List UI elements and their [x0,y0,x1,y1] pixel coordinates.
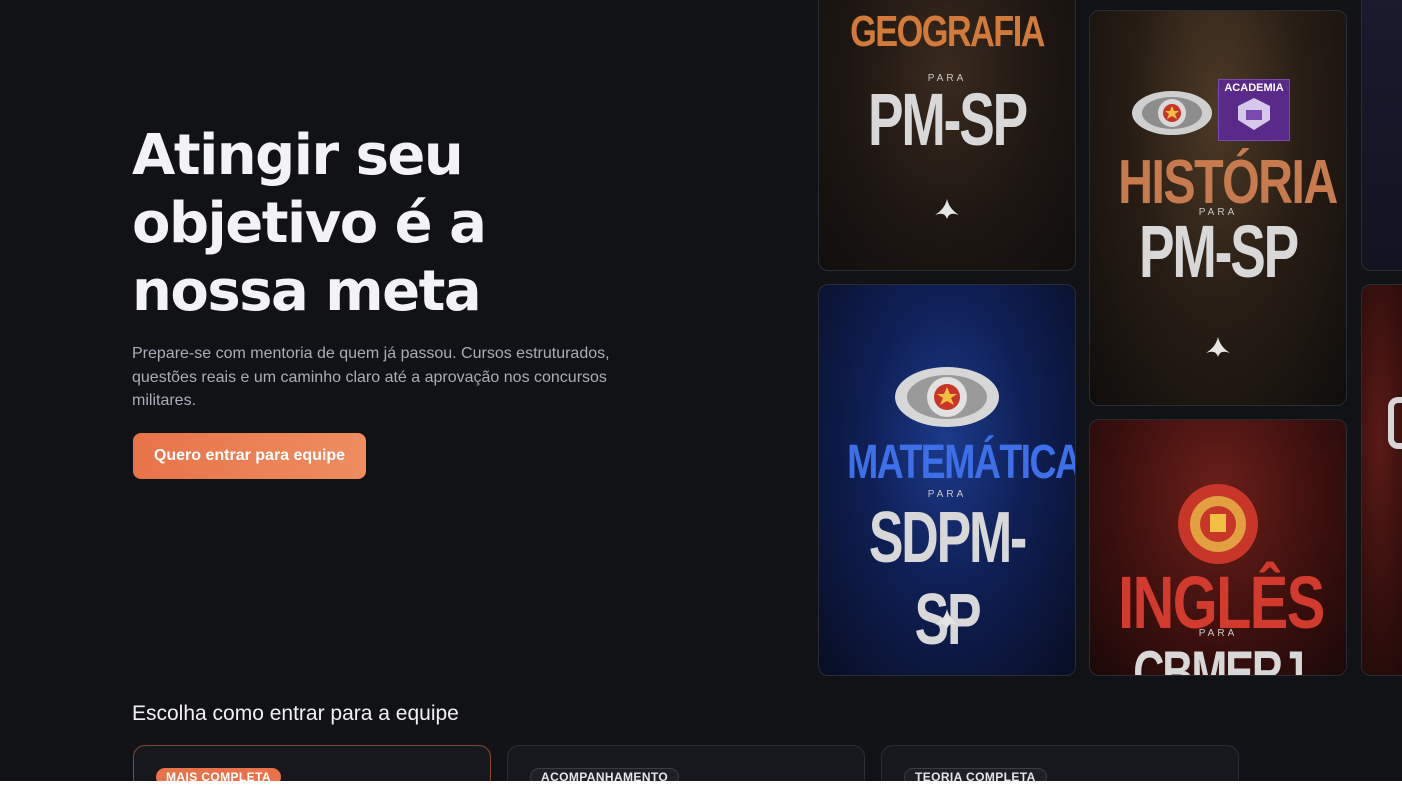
plan-badge: TEORIA COMPLETA [904,768,1047,781]
course-card-partial[interactable] [1361,284,1402,676]
course-subject: GEOGRAFIA [850,7,1045,56]
plan-badge: MAIS COMPLETA [156,768,281,781]
course-card-ingles[interactable]: INGLÊS PARA CBMERJ [1089,419,1347,676]
partial-letter-shape [1388,397,1402,449]
course-target: SDPM-SP [868,498,1027,660]
plan-card-teoria-completa[interactable]: TEORIA COMPLETA [881,745,1239,781]
academia-emblem-icon [1238,98,1270,130]
hero-title: Atingir seu objetivo é a nossa meta [132,122,692,326]
course-card-geografia[interactable]: GEOGRAFIA PARA PM-SP [818,0,1076,271]
policia-militar-seal-icon [895,367,999,427]
eagle-logo-icon [935,609,959,629]
academia-badge: ACADEMIA [1218,79,1290,141]
course-card-historia[interactable]: ACADEMIA HISTÓRIA PARA PM-SP [1089,10,1347,406]
eagle-logo-icon [1206,337,1230,357]
course-card-partial[interactable] [1361,0,1402,271]
hero-title-line: objetivo é a [132,191,487,256]
course-target: PM-SP [1139,210,1299,293]
plan-card-mais-completa[interactable]: MAIS COMPLETA [133,745,491,781]
page: Atingir seu objetivo é a nossa meta Prep… [0,0,1402,781]
join-team-button[interactable]: Quero entrar para equipe [133,433,366,479]
plan-card-acompanhamento[interactable]: ACOMPANHAMENTO [507,745,865,781]
course-target: PM-SP [868,78,1028,161]
course-subject: MATEMÁTICA [847,436,1076,489]
course-target: CBMERJ [1133,639,1305,676]
academia-badge-label: ACADEMIA [1224,82,1284,94]
policia-militar-seal-icon [1131,91,1212,135]
plan-badge: ACOMPANHAMENTO [530,768,680,781]
bottom-strip [0,781,1402,789]
hero-title-line: nossa meta [132,259,482,324]
plans-section-title: Escolha como entrar para a equipe [132,702,459,725]
bombeiro-seal-icon [1178,484,1258,564]
hero-title-line: Atingir seu [132,123,464,188]
course-card-matematica[interactable]: MATEMÁTICA PARA SDPM-SP [818,284,1076,676]
eagle-logo-icon [935,199,959,219]
hero-description: Prepare-se com mentoria de quem já passo… [132,345,610,409]
